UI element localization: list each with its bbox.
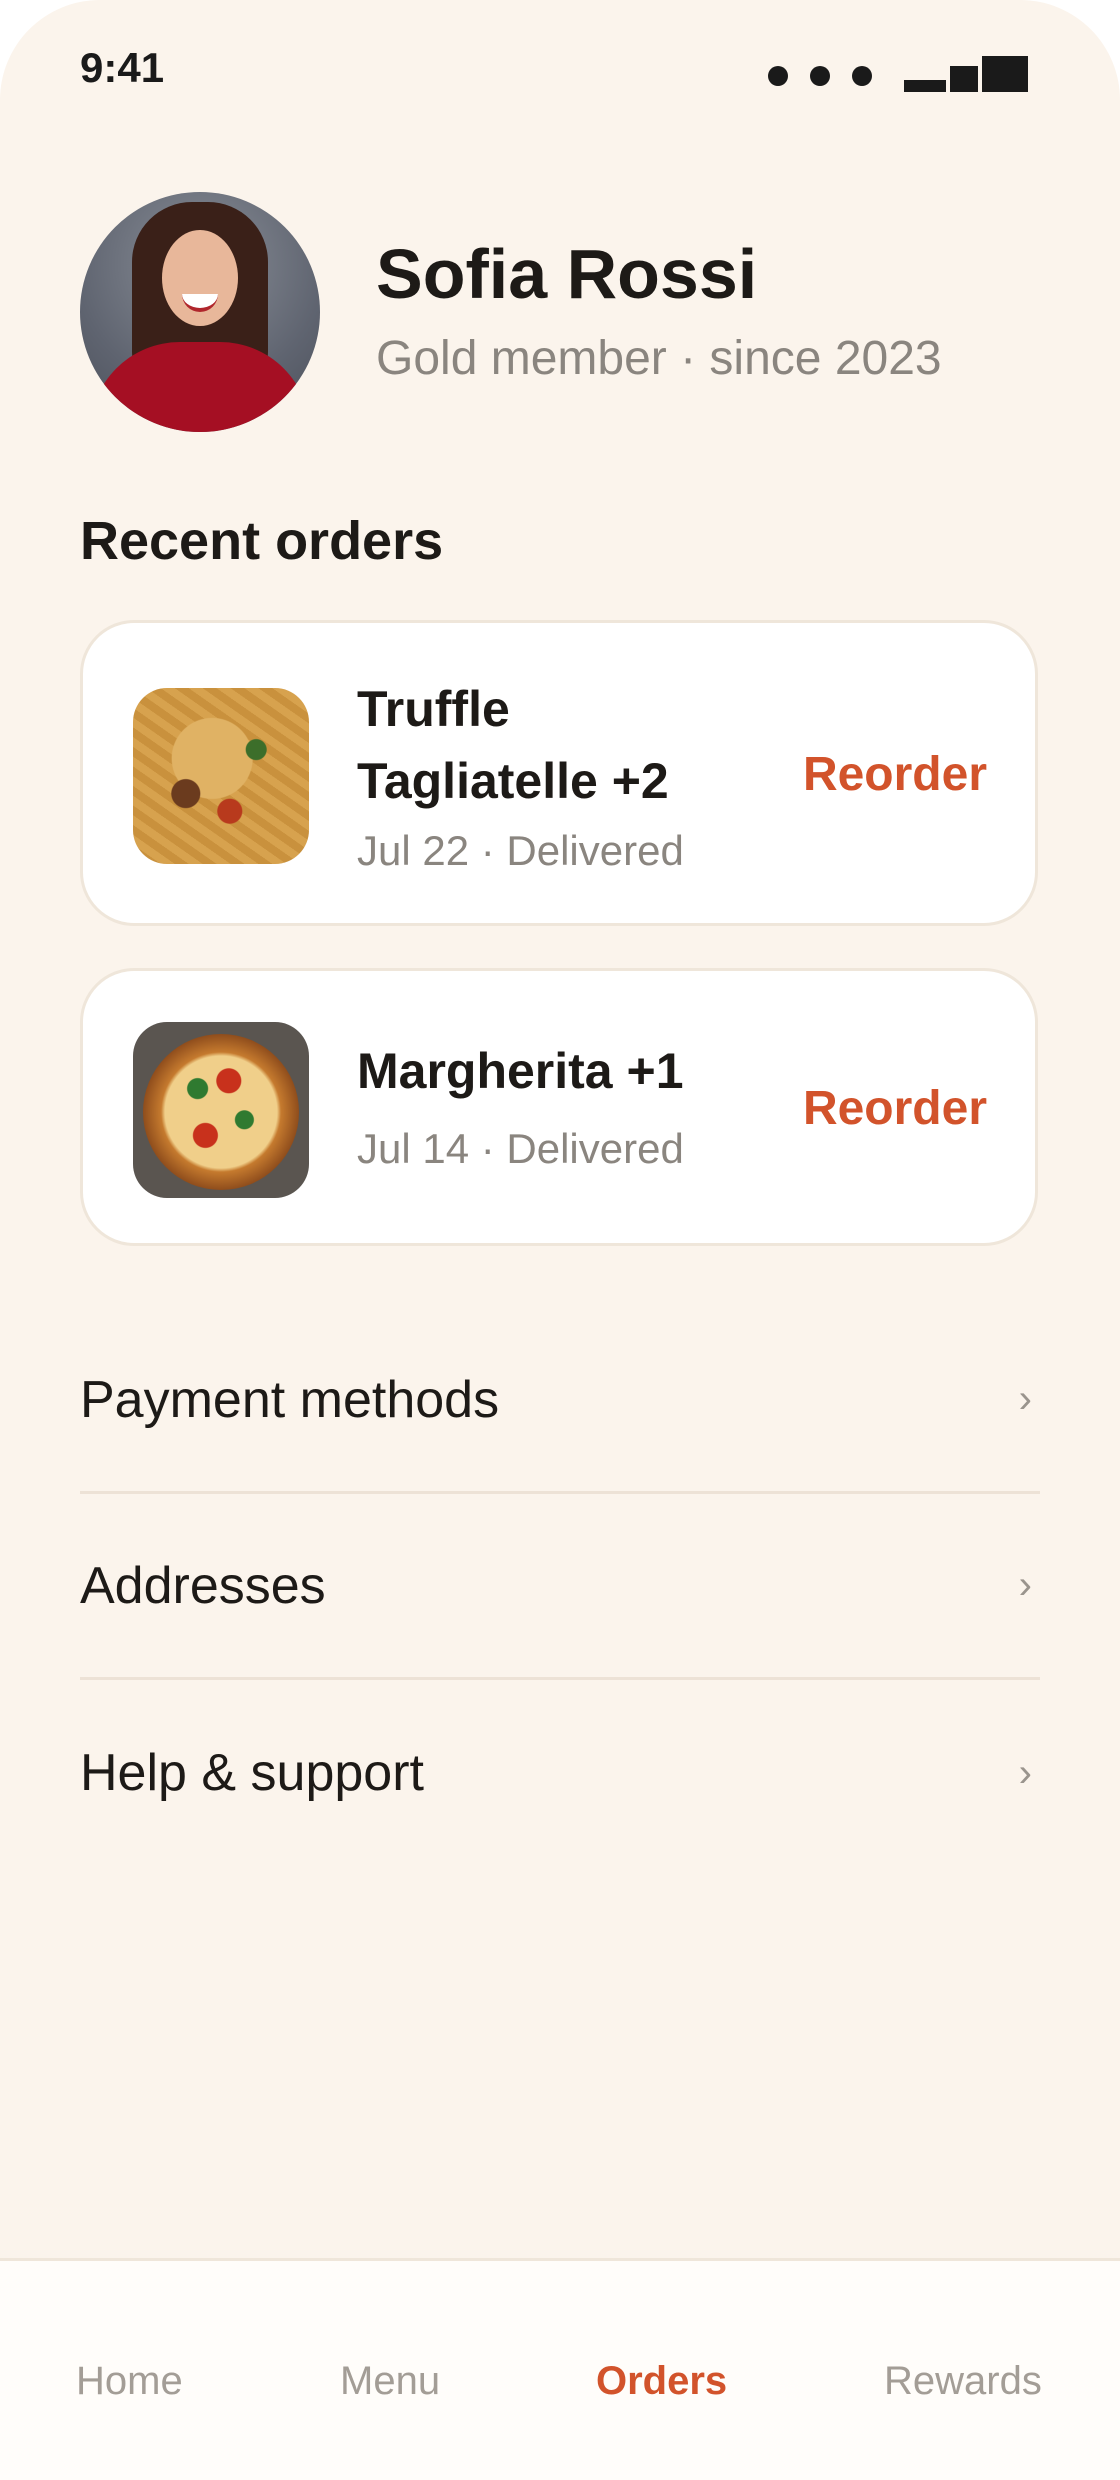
bottom-tab-bar: Home Menu Orders Rewards [0,2258,1120,2480]
status-dot-icon [852,66,872,86]
menu-item-label: Payment methods [80,1370,500,1429]
status-bar: 9:41 [0,0,1120,140]
recent-orders-title: Recent orders [80,511,444,571]
status-dot-icon [768,66,788,86]
order-card[interactable]: Truffle Tagliatelle +2 Jul 22 · Delivere… [80,620,1038,926]
menu-item-addresses[interactable]: Addresses › [80,1494,1040,1680]
order-thumbnail [133,688,309,864]
status-time: 9:41 [80,44,165,91]
order-title: Truffle Tagliatelle +2 [357,681,669,809]
settings-menu: Payment methods › Addresses › Help & sup… [80,1308,1040,1866]
tab-home[interactable]: Home [76,2359,183,2404]
order-meta: Jul 14 · Delivered [357,1125,684,1172]
profile-header: Sofia Rossi Gold member · since 2023 [80,192,942,432]
chevron-right-icon: › [1018,1750,1032,1795]
profile-info: Sofia Rossi Gold member · since 2023 [376,239,942,386]
membership-status: Gold member · since 2023 [376,331,942,385]
status-icons [768,56,1028,92]
avatar[interactable] [80,192,320,432]
menu-item-label: Help & support [80,1744,424,1802]
order-title: Margherita +1 [357,1043,684,1099]
profile-name: Sofia Rossi [376,234,758,313]
tab-rewards[interactable]: Rewards [884,2359,1042,2404]
status-dot-icon [810,66,830,86]
reorder-button[interactable]: Reorder [803,747,987,802]
reorder-button[interactable]: Reorder [803,1081,987,1136]
app-screen: 9:41 Sofia Rossi Gold member · since 202… [0,0,1120,2480]
tab-menu[interactable]: Menu [340,2359,440,2404]
chevron-right-icon: › [1018,1563,1032,1607]
menu-item-help-support[interactable]: Help & support › [80,1680,1040,1866]
chevron-right-icon: › [1018,1377,1032,1421]
signal-icon [904,56,1028,92]
menu-item-payment-methods[interactable]: Payment methods › [80,1308,1040,1494]
menu-item-label: Addresses [80,1556,326,1615]
order-thumbnail [133,1022,309,1198]
tab-orders[interactable]: Orders [596,2359,727,2404]
order-card[interactable]: Margherita +1 Jul 14 · Delivered Reorder [80,968,1038,1246]
order-meta: Jul 22 · Delivered [357,827,684,874]
